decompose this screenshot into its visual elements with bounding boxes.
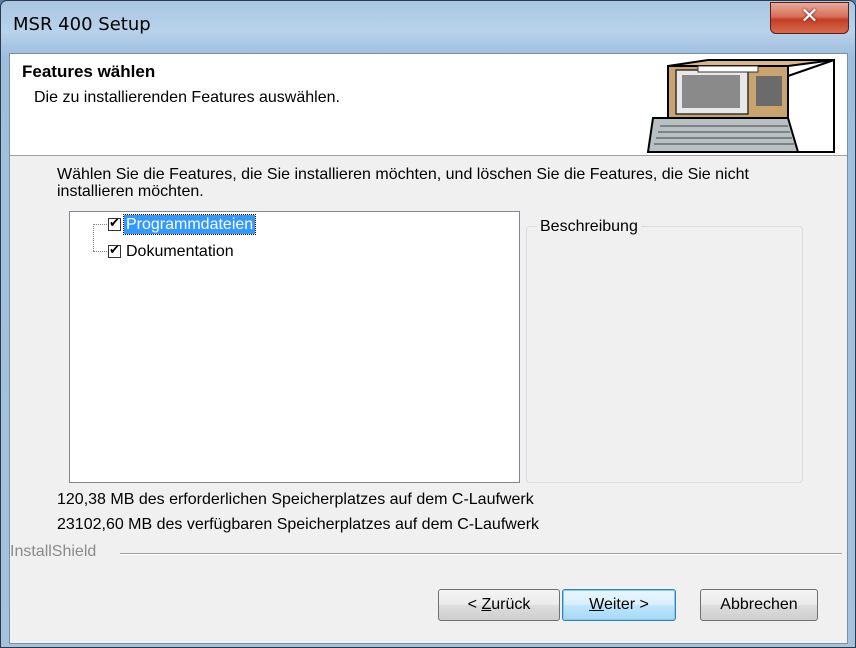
feature-checkbox[interactable]: ✔ bbox=[108, 243, 121, 258]
close-button[interactable]: ✕ bbox=[770, 2, 849, 34]
header-banner: Features wählen Die zu installierenden F… bbox=[10, 54, 847, 156]
page-subtitle: Die zu installierenden Features auswähle… bbox=[34, 89, 340, 106]
back-button-rest: urück bbox=[491, 596, 531, 613]
back-button-prefix: < bbox=[467, 596, 482, 613]
available-space-text: 23102,60 MB des verfügbaren Speicherplat… bbox=[57, 516, 540, 533]
instruction-text: Wählen Sie die Features, die Sie install… bbox=[57, 166, 749, 200]
cancel-button[interactable]: Abbrechen bbox=[700, 589, 818, 621]
tree-connector bbox=[93, 224, 94, 251]
next-button-rest: eiter > bbox=[603, 596, 649, 613]
feature-label[interactable]: Dokumentation bbox=[126, 242, 234, 261]
installshield-brand: InstallShield bbox=[10, 543, 103, 561]
checkmark-icon: ✔ bbox=[109, 216, 120, 231]
feature-tree[interactable]: ✔ Programmdateien ✔ Dokumentation bbox=[69, 211, 520, 483]
back-button-accel: Z bbox=[481, 596, 492, 613]
dialog-body: Features wählen Die zu installierenden F… bbox=[9, 53, 848, 644]
divider bbox=[120, 553, 842, 555]
feature-label[interactable]: Programmdateien bbox=[122, 214, 257, 235]
feature-item-dokumentation[interactable]: ✔ Dokumentation bbox=[108, 242, 408, 262]
title-bar[interactable]: MSR 400 Setup ✕ bbox=[1, 1, 855, 53]
feature-checkbox[interactable]: ✔ bbox=[108, 216, 121, 231]
checkmark-icon: ✔ bbox=[109, 243, 120, 258]
tree-connector bbox=[93, 251, 107, 252]
typewriter-computer-illustration bbox=[646, 58, 835, 153]
close-icon: ✕ bbox=[800, 4, 819, 29]
cancel-button-label: Abbrechen bbox=[720, 596, 798, 613]
setup-window: MSR 400 Setup ✕ Features wählen Die zu i… bbox=[0, 0, 856, 648]
description-group-label: Beschreibung bbox=[537, 218, 641, 236]
window-title: MSR 400 Setup bbox=[13, 14, 151, 35]
description-groupbox bbox=[526, 226, 803, 483]
page-title: Features wählen bbox=[22, 62, 156, 81]
next-button-accel: W bbox=[589, 596, 604, 613]
next-button[interactable]: Weiter > bbox=[562, 589, 676, 621]
back-button[interactable]: < Zurück bbox=[438, 589, 560, 621]
feature-item-programmdateien[interactable]: ✔ Programmdateien bbox=[108, 214, 408, 235]
required-space-text: 120,38 MB des erforderlichen Speicherpla… bbox=[57, 491, 534, 508]
tree-connector bbox=[93, 224, 107, 225]
